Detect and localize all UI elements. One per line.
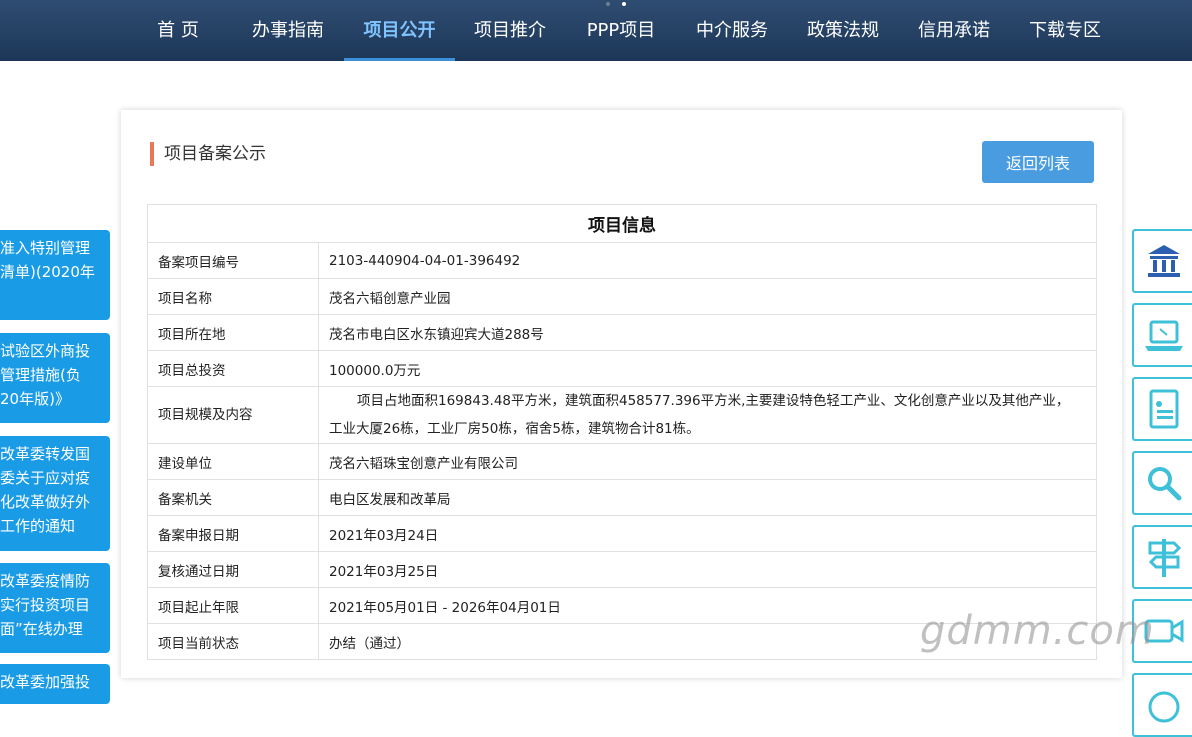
side-card-line: 委关于应对疫 <box>0 469 91 487</box>
side-card-line: 改革委转发国 <box>0 445 91 463</box>
rail-docs-button[interactable] <box>1132 377 1192 441</box>
side-card-line: 工作的通知 <box>0 517 76 535</box>
table-header: 项目信息 <box>147 204 1097 243</box>
side-card-line: 清单)(2020年 <box>0 263 95 281</box>
side-notice-card[interactable]: 试验区外商投 管理措施(负 20年版)》 <box>0 333 110 423</box>
nav-project-public[interactable]: 项目公开 <box>344 0 455 61</box>
table-row: 项目所在地 茂名市电白区水东镇迎宾大道288号 <box>147 314 1097 351</box>
side-card-line: 20年版)》 <box>0 390 70 408</box>
side-card-line: 准入特别管理 <box>0 239 91 257</box>
project-record-panel: 项目备案公示 返回列表 项目信息 备案项目编号 2103-440904-04-0… <box>121 110 1122 678</box>
laptop-icon <box>1145 320 1183 351</box>
nav-ppp[interactable]: PPP项目 <box>582 0 660 61</box>
side-notice-card[interactable]: 改革委疫情防 实行投资项目 面”在线办理 <box>0 563 110 653</box>
table-header-row: 项目信息 <box>147 204 1097 243</box>
row-value: 2103-440904-04-01-396492 <box>318 242 1097 279</box>
chat-icon <box>1148 691 1180 723</box>
search-icon <box>1148 467 1182 501</box>
back-to-list-button[interactable]: 返回列表 <box>982 141 1094 183</box>
row-label: 备案机关 <box>147 479 319 516</box>
table-row: 备案申报日期 2021年03月24日 <box>147 515 1097 552</box>
rail-online-button[interactable] <box>1132 303 1192 367</box>
side-card-line: 改革委疫情防 <box>0 572 91 590</box>
side-card-line: 管理措施(负 <box>0 366 81 384</box>
row-value: 茂名六韬创意产业园 <box>318 278 1097 315</box>
nav-home[interactable]: 首 页 <box>150 0 206 61</box>
side-notice-card[interactable]: 准入特别管理 清单)(2020年 <box>0 230 110 320</box>
table-row: 备案机关 电白区发展和改革局 <box>147 479 1097 516</box>
nav-credit[interactable]: 信用承诺 <box>912 0 996 61</box>
rail-chat-button[interactable] <box>1132 673 1192 737</box>
table-row: 项目总投资 100000.0万元 <box>147 350 1097 387</box>
row-label: 项目名称 <box>147 278 319 315</box>
row-label: 建设单位 <box>147 443 319 480</box>
side-card-line: 化改革做好外 <box>0 493 91 511</box>
table-row: 项目名称 茂名六韬创意产业园 <box>147 278 1097 315</box>
top-nav: 首 页 办事指南 项目公开 项目推介 PPP项目 中介服务 政策法规 信用承诺 … <box>0 0 1192 61</box>
table-row: 项目规模及内容 项目占地面积169843.48平方米，建筑面积458577.39… <box>147 386 1097 444</box>
row-value: 2021年03月24日 <box>318 515 1097 552</box>
nav-intermediary[interactable]: 中介服务 <box>690 0 774 61</box>
row-label: 项目当前状态 <box>147 623 319 660</box>
row-value: 茂名六韬珠宝创意产业有限公司 <box>318 443 1097 480</box>
row-value: 茂名市电白区水东镇迎宾大道288号 <box>318 314 1097 351</box>
rail-guide-button[interactable] <box>1132 525 1192 589</box>
row-label: 复核通过日期 <box>147 551 319 588</box>
side-notice-card[interactable]: 改革委加强投 <box>0 664 110 704</box>
nav-guide[interactable]: 办事指南 <box>246 0 330 61</box>
table-row: 备案项目编号 2103-440904-04-01-396492 <box>147 242 1097 279</box>
watermark: gdmm.com <box>920 608 1155 654</box>
panel-title: 项目备案公示 <box>150 142 266 166</box>
nav-download[interactable]: 下载专区 <box>1023 0 1107 61</box>
row-label: 备案项目编号 <box>147 242 319 279</box>
side-card-line: 面”在线办理 <box>0 620 83 638</box>
project-info-table: 项目信息 备案项目编号 2103-440904-04-01-396492 项目名… <box>147 204 1097 660</box>
row-value-line: 项目占地面积169843.48平方米，建筑面积458577.396平方米,主要建… <box>357 393 1070 409</box>
row-label: 项目所在地 <box>147 314 319 351</box>
row-value: 电白区发展和改革局 <box>318 479 1097 516</box>
side-notice-card[interactable]: 改革委转发国 委关于应对疫 化改革做好外 工作的通知 <box>0 436 110 551</box>
row-value-line: 工业大厦26栋，工业厂房50栋，宿舍5栋，建筑物合计81栋。 <box>329 421 700 437</box>
row-label: 项目总投资 <box>147 350 319 387</box>
table-row: 建设单位 茂名六韬珠宝创意产业有限公司 <box>147 443 1097 480</box>
row-value: 项目占地面积169843.48平方米，建筑面积458577.396平方米,主要建… <box>318 386 1097 444</box>
row-value: 100000.0万元 <box>318 350 1097 387</box>
government-building-icon <box>1148 245 1180 277</box>
nav-project-promotion[interactable]: 项目推介 <box>468 0 552 61</box>
side-card-line: 改革委加强投 <box>0 673 91 691</box>
table-row: 复核通过日期 2021年03月25日 <box>147 551 1097 588</box>
side-card-line: 试验区外商投 <box>0 342 91 360</box>
document-list-icon <box>1149 389 1179 429</box>
signpost-icon <box>1148 539 1182 577</box>
nav-policy[interactable]: 政策法规 <box>801 0 885 61</box>
rail-government-button[interactable] <box>1132 229 1192 293</box>
row-value: 2021年03月25日 <box>318 551 1097 588</box>
row-label: 备案申报日期 <box>147 515 319 552</box>
row-label: 项目规模及内容 <box>147 386 319 444</box>
side-card-line: 实行投资项目 <box>0 596 91 614</box>
row-label: 项目起止年限 <box>147 587 319 624</box>
rail-search-button[interactable] <box>1132 451 1192 515</box>
